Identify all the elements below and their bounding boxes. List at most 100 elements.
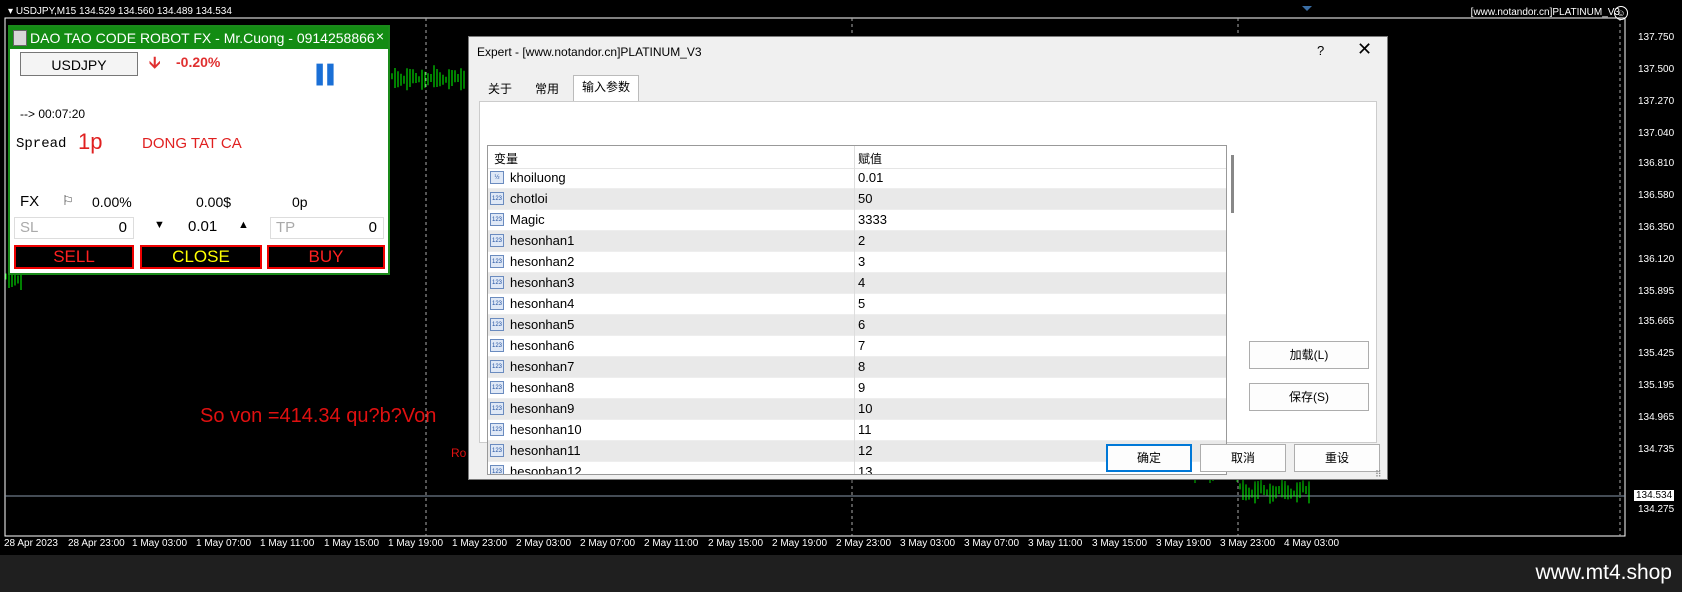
buy-button[interactable]: BUY xyxy=(267,245,385,269)
cell-separator xyxy=(854,336,855,357)
param-value[interactable]: 11 xyxy=(858,422,872,437)
price-axis-label: 137.500 xyxy=(1638,64,1675,75)
cell-separator xyxy=(854,315,855,336)
symbol-button[interactable]: USDJPY xyxy=(20,52,138,76)
param-value[interactable]: 12 xyxy=(858,443,872,458)
flag-icon[interactable]: ⚐ xyxy=(62,193,74,209)
parameter-row[interactable]: ½ khoiluong 0.01 xyxy=(488,168,1226,189)
param-name: hesonhan5 xyxy=(510,317,575,332)
parameter-row[interactable]: 123 hesonhan6 7 xyxy=(488,336,1226,357)
param-value[interactable]: 5 xyxy=(858,296,865,311)
dialog-close-icon[interactable]: ✕ xyxy=(1357,39,1372,60)
param-value[interactable]: 8 xyxy=(858,359,865,374)
param-value[interactable]: 4 xyxy=(858,275,865,290)
price-axis-label: 135.665 xyxy=(1638,316,1675,327)
time-axis-label: 2 May 07:00 xyxy=(580,538,636,549)
tab-inputs[interactable]: 输入参数 xyxy=(573,75,639,102)
time-axis-label: 2 May 23:00 xyxy=(836,538,892,549)
lot-value[interactable]: 0.01 xyxy=(188,218,217,235)
lot-stepper[interactable]: ▼ 0.01 ▲ xyxy=(142,217,266,239)
param-value[interactable]: 50 xyxy=(858,191,872,206)
param-type-icon: ½ xyxy=(490,171,504,184)
param-name: hesonhan6 xyxy=(510,338,575,353)
ea-smile-icon[interactable]: ☺ xyxy=(1614,6,1628,20)
cell-separator xyxy=(854,399,855,420)
price-axis-label: 135.195 xyxy=(1638,380,1675,391)
parameter-row[interactable]: 123 Magic 3333 xyxy=(488,210,1226,231)
time-axis-label: 1 May 11:00 xyxy=(260,538,315,549)
param-type-icon: 123 xyxy=(490,360,504,373)
time-axis-label: 1 May 03:00 xyxy=(132,538,188,549)
sl-field[interactable]: SL 0 xyxy=(14,217,134,239)
param-value[interactable]: 0.01 xyxy=(858,170,883,185)
parameter-row[interactable]: 123 hesonhan7 8 xyxy=(488,357,1226,378)
symbol-header-text: USDJPY,M15 134.529 134.560 134.489 134.5… xyxy=(15,6,232,17)
close-all-button[interactable]: DONG TAT CA xyxy=(142,135,242,152)
price-axis[interactable]: 137.750 137.500 137.270 137.040 136.810 136.5… xyxy=(1630,18,1682,548)
cell-separator xyxy=(854,210,855,231)
param-value[interactable]: 7 xyxy=(858,338,865,353)
sell-button[interactable]: SELL xyxy=(14,245,134,269)
tp-value[interactable]: 0 xyxy=(369,219,377,236)
param-value[interactable]: 6 xyxy=(858,317,865,332)
ok-button[interactable]: 确定 xyxy=(1106,444,1192,472)
variable-column-header[interactable]: 变量 xyxy=(494,150,518,167)
param-value[interactable]: 10 xyxy=(858,401,872,416)
param-name: Magic xyxy=(510,212,545,227)
param-type-icon: 123 xyxy=(490,423,504,436)
time-axis-label: 4 May 03:00 xyxy=(1284,538,1340,549)
time-axis-label: 3 May 07:00 xyxy=(964,538,1020,549)
fx-usd: 0.00$ xyxy=(196,194,232,210)
cell-separator xyxy=(854,231,855,252)
ea-name-label: [www.notandor.cn]PLATINUM_V3 xyxy=(1470,7,1620,18)
save-button[interactable]: 保存(S) xyxy=(1249,383,1369,411)
grid-scrollbar[interactable] xyxy=(1231,155,1234,213)
parameter-row[interactable]: 123 hesonhan3 4 xyxy=(488,273,1226,294)
parameter-row[interactable]: 123 hesonhan1 2 xyxy=(488,231,1226,252)
expert-dialog: Expert - [www.notandor.cn]PLATINUM_V3 ? … xyxy=(468,36,1388,480)
value-column-header[interactable]: 赋值 xyxy=(858,150,882,167)
cancel-button[interactable]: 取消 xyxy=(1200,444,1286,472)
help-icon[interactable]: ? xyxy=(1317,43,1324,58)
parameters-grid[interactable]: 变量 赋值 ½ khoiluong 0.01 123 chotloi 50 123 Magic… xyxy=(487,145,1227,475)
parameter-row[interactable]: 123 hesonhan4 5 xyxy=(488,294,1226,315)
param-value[interactable]: 3333 xyxy=(858,212,887,227)
price-axis-label: 136.120 xyxy=(1638,254,1675,265)
lot-down-icon[interactable]: ▼ xyxy=(154,219,165,231)
param-value[interactable]: 2 xyxy=(858,233,865,248)
cell-separator xyxy=(854,189,855,210)
param-value[interactable]: 3 xyxy=(858,254,865,269)
parameter-row[interactable]: 123 hesonhan8 9 xyxy=(488,378,1226,399)
param-type-icon: 123 xyxy=(490,234,504,247)
param-name: hesonhan8 xyxy=(510,380,575,395)
reset-button[interactable]: 重设 xyxy=(1294,444,1380,472)
candle-timer: --> 00:07:20 xyxy=(20,107,86,121)
time-axis[interactable]: 28 Apr 2023 28 Apr 23:00 1 May 03:00 1 May … xyxy=(0,536,1626,552)
param-value[interactable]: 9 xyxy=(858,380,865,395)
time-axis-label: 2 May 15:00 xyxy=(708,538,764,549)
pause-icon[interactable]: ▐▐ xyxy=(310,64,333,85)
resize-grip-icon[interactable]: ⠿ xyxy=(1375,469,1382,480)
time-axis-label: 3 May 15:00 xyxy=(1092,538,1148,549)
cell-separator xyxy=(854,168,855,189)
grid-header: 变量 赋值 xyxy=(488,146,1226,169)
param-value[interactable]: 13 xyxy=(858,464,872,474)
parameter-row[interactable]: 123 hesonhan5 6 xyxy=(488,315,1226,336)
sl-value[interactable]: 0 xyxy=(119,219,127,236)
load-button[interactable]: 加载(L) xyxy=(1249,341,1369,369)
tab-common[interactable]: 常用 xyxy=(523,77,571,101)
tab-about[interactable]: 关于 xyxy=(479,77,521,101)
close-button[interactable]: CLOSE xyxy=(140,245,262,269)
close-icon[interactable]: × xyxy=(376,25,384,47)
parameter-row[interactable]: 123 hesonhan2 3 xyxy=(488,252,1226,273)
param-name: hesonhan7 xyxy=(510,359,575,374)
parameter-row[interactable]: 123 hesonhan9 10 xyxy=(488,399,1226,420)
tp-field[interactable]: TP 0 xyxy=(270,217,384,239)
lot-up-icon[interactable]: ▲ xyxy=(238,219,249,231)
param-type-icon: 123 xyxy=(490,276,504,289)
balance-overlay-text: So von =414.34 qu?b?Von xyxy=(200,405,437,427)
chart-menu-icon[interactable]: ▾ xyxy=(8,6,13,17)
parameter-row[interactable]: 123 chotloi 50 xyxy=(488,189,1226,210)
robot-title-bar[interactable]: DAO TAO CODE ROBOT FX - Mr.Cuong - 09142… xyxy=(10,27,388,49)
parameter-row[interactable]: 123 hesonhan10 11 xyxy=(488,420,1226,441)
